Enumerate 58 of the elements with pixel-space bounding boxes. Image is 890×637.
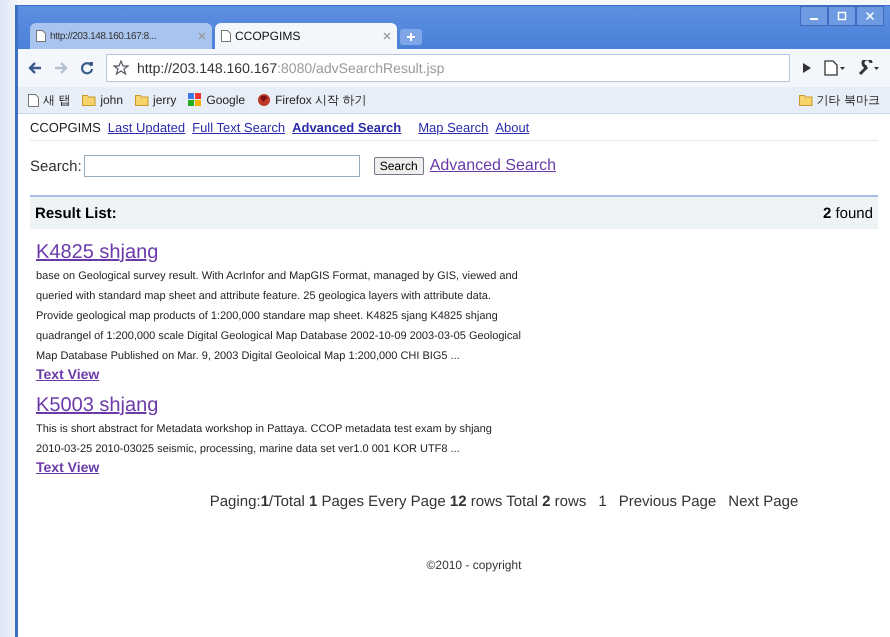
search-field[interactable] [84, 155, 360, 177]
address-bar[interactable]: http://203.148.160.167:8080/advSearchResult.jsp [106, 54, 790, 82]
text-view-link[interactable]: Text View [36, 366, 100, 382]
browser-tab[interactable]: http://203.148.160.167:8... [30, 23, 212, 49]
result-abstract-line: base on Geological survey result. With AcrInfor and MapGIS Format, managed by GIS, viewed and [36, 269, 518, 284]
copyright-text: ©2010 - copyright [426, 558, 522, 572]
nav-link[interactable]: About [495, 120, 530, 134]
result-abstract-line: This is short abstract for Metadata workshop in Pattaya. CCOP metadata test exam by shjang [36, 422, 492, 437]
site-name: CCOPGIMS [30, 120, 101, 134]
minimize-button[interactable] [800, 6, 828, 26]
page-icon [28, 94, 39, 106]
result-abstract-line: Map Database Published on Mar. 9, 2003 Digital Geoloical Map 1:200,000 CHI BIG5 ... [36, 349, 460, 364]
result-abstract-line: quadrangel of 1:200,000 scale Digital Geological Map Database 2002-10-09 2003-03-05 Geological [36, 329, 521, 344]
search-label: Search: [30, 158, 82, 174]
close-icon [865, 11, 875, 21]
text-view-link[interactable]: Text View [36, 459, 100, 475]
page-icon [221, 30, 231, 42]
plus-icon [406, 32, 416, 42]
back-icon[interactable] [28, 62, 42, 74]
previous-page-link[interactable]: Previous Page [618, 493, 716, 510]
maximize-button[interactable] [828, 6, 856, 26]
result-count: 2 found [822, 204, 873, 222]
nav-link[interactable]: Map Search [418, 120, 488, 134]
new-tab-button[interactable] [400, 29, 422, 45]
result-list-title: Result List: [35, 204, 117, 222]
folder-icon [135, 94, 150, 106]
bookmark[interactable]: Google [188, 93, 246, 107]
minimize-icon [810, 18, 818, 20]
paging-summary: Paging:1/Total 1 Pages Every Page 12 rows Total 2 rows [210, 493, 586, 510]
nav-link[interactable]: Full Text Search [192, 120, 286, 134]
bookmark[interactable]: 새 탭 [28, 92, 70, 108]
maximize-icon [837, 11, 847, 21]
search-button[interactable]: Search [374, 157, 424, 175]
next-page-link[interactable]: Next Page [728, 493, 798, 510]
play-icon[interactable] [802, 62, 812, 74]
page-menu-icon[interactable] [824, 60, 846, 76]
folder-icon [82, 94, 96, 106]
close-icon[interactable] [383, 32, 391, 40]
bookmark[interactable]: john [82, 93, 124, 107]
star-icon[interactable] [113, 60, 129, 76]
result-title-link[interactable]: K4825 shjang [36, 241, 158, 264]
result-abstract-line: queried with standard map sheet and attribute feature. 25 geologica layers with attribute data. [36, 289, 491, 304]
browser-tab[interactable]: CCOPGIMS [215, 23, 397, 49]
folder-icon [798, 94, 813, 106]
nav-link[interactable]: Advanced Search [292, 120, 402, 134]
nav-link[interactable]: Last Updated [108, 120, 186, 134]
reload-icon[interactable] [80, 61, 94, 75]
bookmark[interactable]: jerry [135, 93, 176, 107]
advanced-search-link[interactable]: Advanced Search [430, 157, 556, 175]
bookmark[interactable]: 기타 북마크 [798, 92, 880, 108]
page-number-link[interactable]: 1 [598, 493, 607, 510]
result-title-link[interactable]: K5003 shjang [36, 394, 158, 417]
bookmark[interactable]: Firefox 시작 하기 [257, 92, 366, 108]
result-abstract-line: 2010-03-25 2010-03025 seismic, processing, marine data set ver1.0 001 KOR UTF8 ... [36, 442, 460, 457]
puzzle-icon [188, 93, 202, 107]
page-icon [36, 30, 46, 42]
close-button[interactable] [856, 6, 884, 26]
result-abstract-line: Provide geological map products of 1:200,000 standare map sheet. K4825 sjang K4825 shjang [36, 309, 498, 324]
